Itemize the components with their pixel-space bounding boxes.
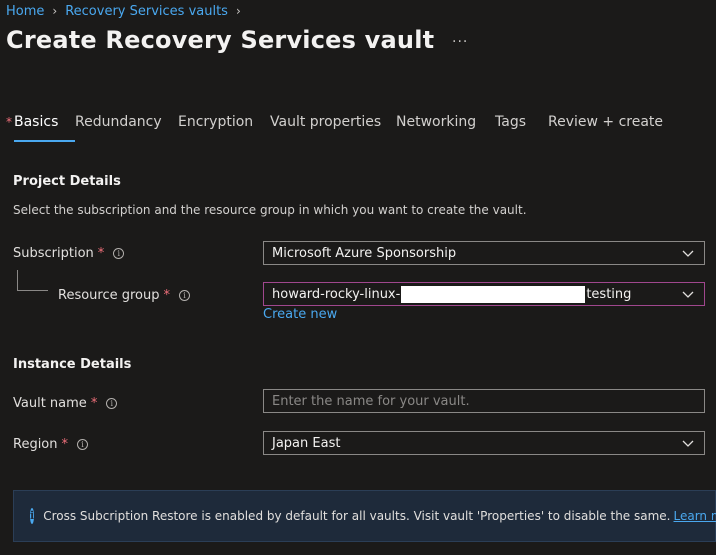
- required-marker: *: [90, 395, 98, 411]
- chevron-right-icon: ›: [52, 4, 58, 18]
- info-icon[interactable]: i: [113, 247, 125, 259]
- tree-connector: [17, 270, 48, 291]
- resource-group-suffix: testing: [586, 286, 632, 302]
- resource-group-dropdown[interactable]: howard-rocky-linux-testing: [263, 282, 705, 306]
- subscription-label-text: Subscription: [13, 245, 94, 261]
- vault-name-input[interactable]: [263, 389, 705, 413]
- required-marker: *: [163, 287, 171, 303]
- tab-vault-properties[interactable]: Vault properties: [270, 112, 396, 142]
- resource-group-label: Resource group * i: [58, 286, 191, 304]
- more-options-button[interactable]: ...: [452, 30, 468, 46]
- tab-encryption[interactable]: Encryption: [178, 112, 270, 142]
- chevron-down-icon: [682, 291, 694, 298]
- banner-text: Cross Subcription Restore is enabled by …: [43, 509, 671, 523]
- info-icon: i: [30, 508, 35, 524]
- instance-details-heading: Instance Details: [13, 357, 132, 372]
- info-icon[interactable]: i: [179, 289, 191, 301]
- tab-label: Basics: [14, 114, 59, 130]
- redacted-block: [401, 285, 586, 303]
- required-marker: *: [61, 436, 69, 452]
- subscription-value: Microsoft Azure Sponsorship: [272, 245, 457, 261]
- tab-redundancy[interactable]: Redundancy: [75, 112, 178, 142]
- info-banner: i Cross Subcription Restore is enabled b…: [13, 490, 716, 542]
- resource-group-label-text: Resource group: [58, 287, 160, 303]
- project-details-description: Select the subscription and the resource…: [13, 203, 527, 217]
- chevron-down-icon: [682, 250, 694, 257]
- create-vault-page: Home › Recovery Services vaults › Create…: [0, 0, 716, 555]
- vault-name-label: Vault name * i: [13, 394, 118, 412]
- tab-review-create[interactable]: Review + create: [548, 112, 663, 142]
- region-label: Region * i: [13, 435, 89, 453]
- resource-group-prefix: howard-rocky-linux-: [272, 286, 401, 302]
- subscription-dropdown[interactable]: Microsoft Azure Sponsorship: [263, 241, 705, 265]
- tab-basics[interactable]: * Basics: [6, 112, 75, 142]
- region-dropdown[interactable]: Japan East: [263, 431, 705, 455]
- breadcrumb: Home › Recovery Services vaults ›: [6, 2, 249, 20]
- tab-networking[interactable]: Networking: [396, 112, 495, 142]
- region-label-text: Region: [13, 436, 58, 452]
- wizard-tabs: * Basics Redundancy Encryption Vault prop…: [6, 112, 663, 142]
- chevron-right-icon: ›: [235, 4, 241, 18]
- vault-name-label-text: Vault name: [13, 395, 87, 411]
- tab-tags[interactable]: Tags: [495, 112, 548, 142]
- required-marker: *: [6, 115, 12, 129]
- info-icon[interactable]: i: [106, 397, 118, 409]
- required-marker: *: [97, 245, 105, 261]
- learn-more-link[interactable]: Learn more.: [674, 509, 716, 523]
- subscription-label: Subscription * i: [13, 244, 125, 262]
- breadcrumb-home[interactable]: Home: [6, 4, 44, 19]
- page-title: Create Recovery Services vault: [6, 26, 435, 54]
- breadcrumb-recovery-services-vaults[interactable]: Recovery Services vaults: [65, 4, 228, 19]
- region-value: Japan East: [272, 435, 341, 451]
- project-details-heading: Project Details: [13, 174, 121, 189]
- create-new-link[interactable]: Create new: [263, 307, 337, 322]
- chevron-down-icon: [682, 440, 694, 447]
- info-icon[interactable]: i: [77, 438, 89, 450]
